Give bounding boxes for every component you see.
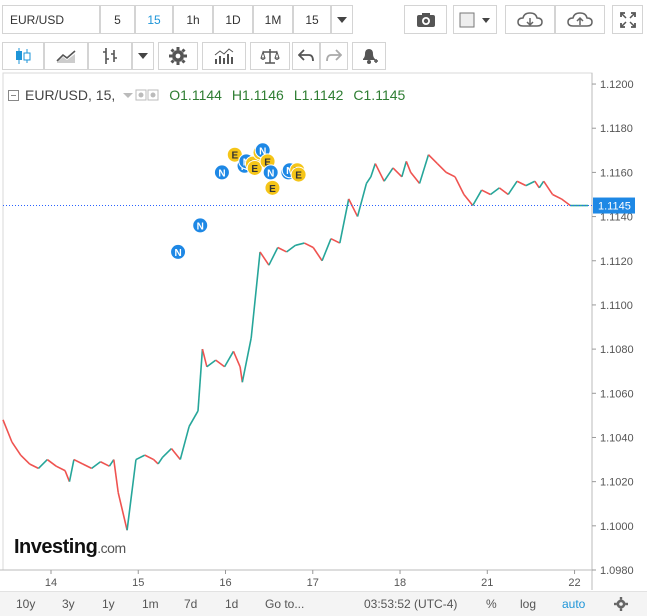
range-1y[interactable]: 1y bbox=[102, 597, 115, 611]
range-10y[interactable]: 10y bbox=[16, 597, 35, 611]
bottom-bar: 10y 3y 1y 1m 7d 1d Go to... 03:53:52 (UT… bbox=[0, 591, 647, 616]
y-tick-label: 1.0980 bbox=[600, 565, 634, 577]
range-1m[interactable]: 1m bbox=[142, 597, 159, 611]
event-marker-label: N bbox=[174, 248, 181, 259]
close-value: C1.1145 bbox=[353, 87, 406, 103]
auto-toggle[interactable]: auto bbox=[562, 597, 585, 611]
x-tick-label: 16 bbox=[219, 577, 231, 589]
chevron-down-icon[interactable] bbox=[121, 90, 135, 100]
high-value: H1.1146 bbox=[231, 87, 284, 103]
last-price-label: 1.1145 bbox=[598, 201, 631, 213]
event-marker-label: E bbox=[251, 164, 258, 175]
event-marker-label: N bbox=[267, 168, 274, 179]
open-value: O1.1144 bbox=[169, 87, 222, 103]
x-tick-label: 18 bbox=[394, 577, 406, 589]
x-tick-label: 21 bbox=[481, 577, 493, 589]
event-marker-label: N bbox=[218, 168, 225, 179]
event-marker-label: E bbox=[295, 171, 302, 182]
event-marker-label: N bbox=[197, 221, 204, 232]
log-toggle[interactable]: log bbox=[520, 597, 536, 611]
y-tick-label: 1.1100 bbox=[600, 300, 633, 312]
legend-title: EUR/USD, 15, bbox=[25, 87, 116, 103]
y-tick-label: 1.1040 bbox=[600, 432, 634, 444]
y-tick-label: 1.1120 bbox=[600, 256, 633, 268]
y-tick-label: 1.1200 bbox=[600, 79, 634, 91]
range-3y[interactable]: 3y bbox=[62, 597, 75, 611]
goto-button[interactable]: Go to... bbox=[265, 597, 304, 611]
x-tick-label: 14 bbox=[45, 577, 57, 589]
range-7d[interactable]: 7d bbox=[184, 597, 197, 611]
ohlc-legend: EUR/USD, 15, O1.1144 H1.1146 L1.1142 C1.… bbox=[8, 86, 405, 104]
x-tick-label: 15 bbox=[132, 577, 144, 589]
y-tick-label: 1.1180 bbox=[600, 123, 633, 135]
percent-toggle[interactable]: % bbox=[486, 597, 497, 611]
visibility-icon[interactable] bbox=[135, 89, 159, 101]
clock-display: 03:53:52 (UTC-4) bbox=[364, 597, 458, 611]
gear-icon[interactable] bbox=[614, 597, 628, 611]
y-tick-label: 1.1000 bbox=[600, 521, 634, 533]
y-tick-label: 1.1020 bbox=[600, 477, 634, 489]
event-marker-label: E bbox=[269, 184, 276, 195]
x-tick-label: 17 bbox=[307, 577, 319, 589]
y-tick-label: 1.1080 bbox=[600, 344, 634, 356]
low-value: L1.1142 bbox=[293, 87, 344, 103]
x-tick-label: 22 bbox=[568, 577, 580, 589]
event-marker-label: E bbox=[231, 151, 238, 162]
range-1d[interactable]: 1d bbox=[225, 597, 238, 611]
plot-area bbox=[2, 72, 593, 571]
y-tick-label: 1.1160 bbox=[600, 167, 633, 179]
logo-suffix: .com bbox=[97, 540, 126, 556]
y-tick-label: 1.1060 bbox=[600, 388, 634, 400]
investing-logo: Investing.com bbox=[14, 536, 126, 559]
collapse-legend-icon[interactable] bbox=[8, 89, 19, 101]
logo-name: Investing bbox=[14, 536, 98, 558]
